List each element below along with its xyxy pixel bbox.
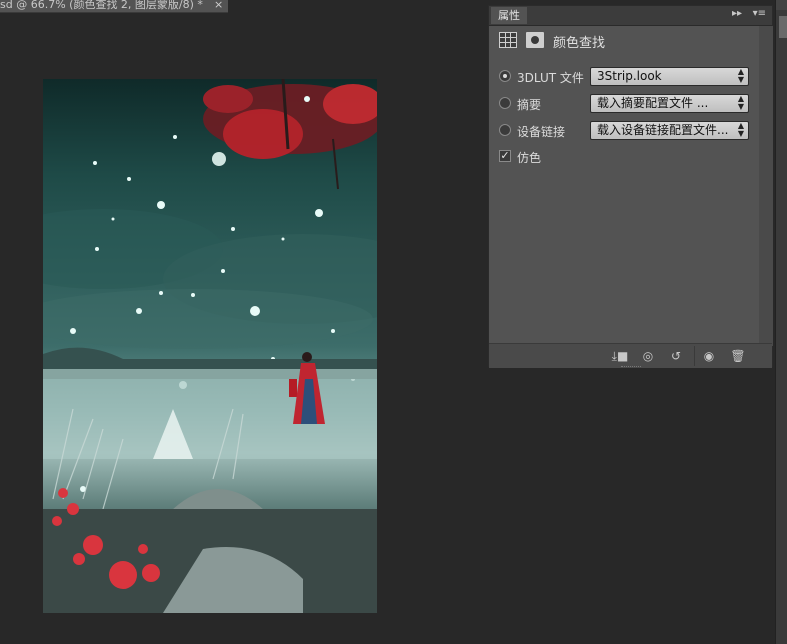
select-value: 载入摘要配置文件 ...	[597, 96, 709, 110]
clip-to-layer-icon[interactable]: ⤓■	[609, 348, 631, 364]
option-row-dither: ✓ 仿色	[499, 147, 761, 167]
label-3dlut: 3DLUT 文件	[517, 71, 584, 85]
updown-arrows-icon: ▲ ▼	[737, 121, 744, 138]
document-tab[interactable]: sd @ 66.7% (颜色查找 2, 图层蒙版/8) * ×	[0, 0, 228, 13]
reset-icon[interactable]: ↺	[667, 348, 685, 364]
option-row-3dlut: 3DLUT 文件 3Strip.look ▲ ▼	[499, 67, 761, 87]
radio-3dlut[interactable]	[499, 70, 511, 82]
panel-menu-icon[interactable]: ▾≡	[753, 8, 766, 19]
panel-scrollbar[interactable]	[759, 26, 773, 346]
select-3dlut-file[interactable]: 3Strip.look ▲ ▼	[590, 67, 749, 86]
trash-icon[interactable]: 🗑	[729, 348, 747, 364]
select-device-link-profile[interactable]: 载入设备链接配置文件... ▲ ▼	[590, 121, 749, 140]
updown-arrows-icon: ▲ ▼	[737, 94, 744, 111]
select-abstract-profile[interactable]: 载入摘要配置文件 ... ▲ ▼	[590, 94, 749, 113]
dock-top-bar	[776, 0, 787, 10]
dither-checkbox[interactable]: ✓	[499, 150, 511, 162]
panel-footer: ⤓■ ◎ ↺ ◉ 🗑	[489, 343, 772, 368]
close-icon[interactable]: ×	[214, 0, 223, 10]
visibility-eye-icon[interactable]: ◉	[700, 348, 718, 364]
radio-device-link[interactable]	[499, 124, 511, 136]
adjustment-grid-icon[interactable]	[499, 32, 517, 48]
collapse-panel-icon[interactable]: ▸▸	[732, 8, 742, 19]
properties-panel: 属性 ▸▸ ▾≡ 颜色查找 3DLUT 文件 3Strip.look ▲ ▼ 摘要…	[488, 5, 773, 370]
updown-arrows-icon: ▲ ▼	[737, 67, 744, 84]
label-device-link: 设备链接	[517, 125, 566, 139]
layer-mask-icon[interactable]	[526, 32, 544, 48]
footer-separator	[694, 346, 695, 366]
select-value: 载入设备链接配置文件...	[597, 123, 729, 137]
red-tree	[203, 79, 377, 190]
tab-properties[interactable]: 属性	[491, 7, 527, 24]
dock-panel-button[interactable]	[779, 16, 787, 38]
radio-abstract[interactable]	[499, 97, 511, 109]
panel-header: 属性 ▸▸ ▾≡	[489, 6, 772, 26]
document-tab-title: sd @ 66.7% (颜色查找 2, 图层蒙版/8) *	[0, 0, 203, 11]
canvas-image[interactable]	[43, 79, 377, 613]
label-abstract: 摘要	[517, 98, 542, 112]
resize-grip[interactable]	[621, 366, 641, 370]
artwork	[43, 79, 377, 613]
select-value: 3Strip.look	[597, 69, 662, 83]
view-previous-state-icon[interactable]: ◎	[639, 348, 657, 364]
adjustment-title: 颜色查找	[553, 36, 606, 51]
label-dither: 仿色	[517, 151, 542, 165]
adjustment-header: 颜色查找	[499, 32, 759, 52]
option-row-abstract: 摘要 载入摘要配置文件 ... ▲ ▼	[499, 94, 761, 114]
right-dock	[775, 0, 787, 644]
option-row-device-link: 设备链接 载入设备链接配置文件... ▲ ▼	[499, 121, 761, 141]
